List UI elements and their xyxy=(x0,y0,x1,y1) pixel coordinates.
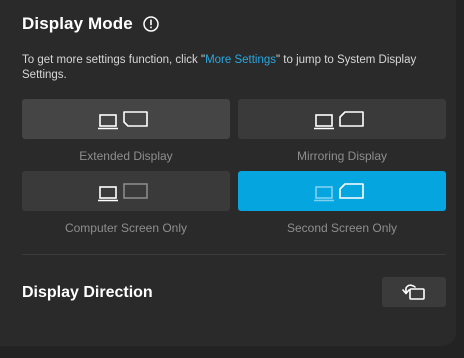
second-screen-only-icon xyxy=(314,183,364,202)
display-mode-title: Display Mode xyxy=(22,14,133,33)
info-icon[interactable] xyxy=(143,16,159,32)
extended-display-option[interactable] xyxy=(22,99,230,139)
computer-screen-only-label: Computer Screen Only xyxy=(64,221,188,235)
extended-display-label: Extended Display xyxy=(79,149,173,163)
mirroring-display-label: Mirroring Display xyxy=(296,149,388,163)
rotate-screen-icon xyxy=(402,284,425,300)
computer-screen-only-icon xyxy=(98,183,148,202)
display-direction-title: Display Direction xyxy=(22,284,153,301)
rotate-display-button[interactable] xyxy=(382,277,446,307)
second-screen-only-option[interactable] xyxy=(238,171,446,211)
section-divider xyxy=(22,254,446,255)
mirroring-display-icon xyxy=(314,111,364,130)
computer-screen-only-option[interactable] xyxy=(22,171,230,211)
description-text-start: To get more settings function, click " xyxy=(22,54,206,66)
display-mode-description: To get more settings function, click "Mo… xyxy=(22,53,442,83)
display-mode-header: Display Mode xyxy=(22,14,159,34)
mirroring-display-option[interactable] xyxy=(238,99,446,139)
second-screen-only-label: Second Screen Only xyxy=(286,221,398,235)
more-settings-link[interactable]: More Settings xyxy=(205,54,276,66)
extended-display-icon xyxy=(98,111,148,130)
display-settings-panel: Display Mode To get more settings functi… xyxy=(0,0,456,346)
